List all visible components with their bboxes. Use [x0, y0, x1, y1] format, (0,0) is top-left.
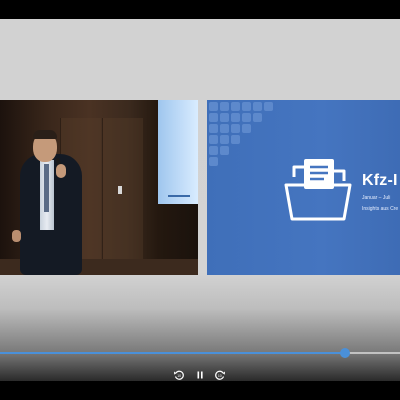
pause-icon: [197, 371, 203, 379]
speaker-hand: [56, 164, 66, 178]
exit-sign: [118, 186, 122, 194]
speaker-hand-left: [12, 230, 21, 242]
pause-button[interactable]: [194, 369, 206, 381]
svg-text:10: 10: [177, 374, 181, 378]
speaker-hair: [33, 130, 57, 139]
rewind-button[interactable]: 10: [173, 369, 185, 381]
slide-dot-pattern: [209, 102, 273, 166]
video-player[interactable]: Kfz-I Januar – Juli Insights aus Cre 10: [0, 0, 400, 400]
slide-subtitle: Insights aus Cre: [362, 206, 399, 212]
wall-panel: [102, 118, 143, 268]
rewind-10-icon: 10: [174, 370, 184, 380]
slide-title: Kfz-I: [362, 172, 398, 189]
slide-date: Januar – Juli: [362, 195, 391, 201]
projection-screen-text: [168, 195, 190, 197]
speaker-tie: [44, 164, 49, 212]
svg-text:10: 10: [218, 374, 222, 378]
letterbox-top: [0, 0, 400, 19]
folder-document-icon: [284, 159, 352, 221]
player-controls: 10 10: [0, 369, 400, 383]
speaker-camera-feed: [0, 100, 198, 275]
progress-fill: [0, 352, 345, 354]
forward-button[interactable]: 10: [214, 369, 226, 381]
projection-screen: [158, 100, 198, 204]
forward-10-icon: 10: [215, 370, 225, 380]
progress-thumb[interactable]: [340, 348, 350, 358]
presentation-slide: Kfz-I Januar – Juli Insights aus Cre: [207, 100, 400, 275]
letterbox-bottom: [0, 381, 400, 400]
